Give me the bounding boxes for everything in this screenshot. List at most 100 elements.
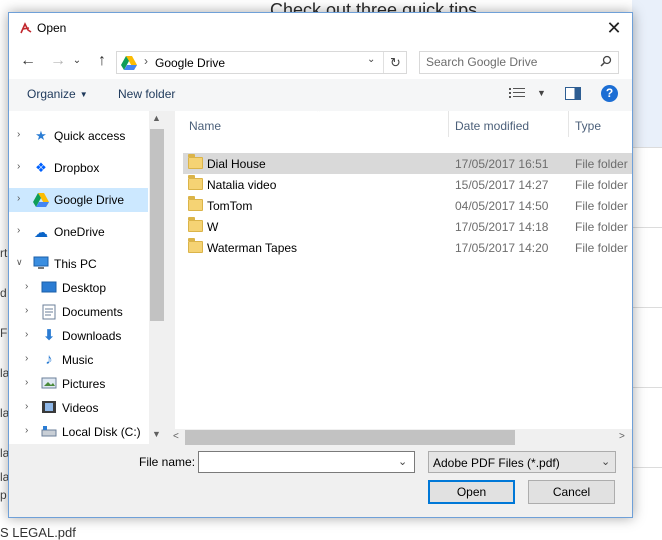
preview-pane-icon[interactable] <box>565 87 581 100</box>
chevron-right-icon[interactable]: › <box>25 305 28 316</box>
nav-item-desktop[interactable]: › Desktop <box>9 276 148 300</box>
nav-item-label: Local Disk (C:) <box>62 425 141 439</box>
background-text: F <box>0 326 8 340</box>
scrollbar-thumb[interactable] <box>185 430 515 445</box>
search-input[interactable] <box>426 55 596 69</box>
breadcrumb[interactable]: Google Drive <box>155 56 225 70</box>
nav-item-videos[interactable]: › Videos <box>9 396 148 420</box>
column-header-name[interactable]: Name ⌃ <box>183 111 449 137</box>
background-divider <box>632 227 662 228</box>
chevron-down-icon[interactable]: ⌄ <box>398 455 407 468</box>
file-type-select[interactable]: Adobe PDF Files (*.pdf) ⌄ <box>428 451 616 473</box>
file-date: 17/05/2017 14:18 <box>455 220 549 234</box>
open-dialog: Open ✕ ← → ⌄ ↑ › Google Drive ⌄ ↻ Organi… <box>8 12 633 518</box>
nav-item-label: Quick access <box>54 129 126 143</box>
chevron-right-icon[interactable]: › <box>25 377 28 388</box>
title-bar[interactable]: Open ✕ <box>9 13 632 43</box>
folder-icon <box>188 217 203 232</box>
forward-button[interactable]: → <box>47 51 69 71</box>
file-type-value: Adobe PDF Files (*.pdf) <box>433 456 560 470</box>
back-button[interactable]: ← <box>17 51 39 71</box>
background-text: rt <box>0 246 8 260</box>
dropbox-icon: ❖ <box>35 160 47 175</box>
table-row[interactable]: Dial House 17/05/2017 16:51 File folder <box>183 153 632 174</box>
nav-item-onedrive[interactable]: › ☁ OneDrive <box>9 220 148 244</box>
file-name-field[interactable] <box>202 454 392 468</box>
chevron-right-icon[interactable]: › <box>25 281 28 292</box>
chevron-right-icon[interactable]: › <box>25 401 28 412</box>
view-options-icon[interactable] <box>509 87 527 102</box>
address-bar[interactable]: › Google Drive ⌄ ↻ <box>116 51 407 74</box>
search-box[interactable] <box>419 51 619 74</box>
file-date: 17/05/2017 14:20 <box>455 241 549 255</box>
table-row[interactable]: TomTom 04/05/2017 14:50 File folder <box>183 195 632 216</box>
scroll-up-icon[interactable]: ▲ <box>152 113 161 123</box>
recent-locations-button[interactable]: ⌄ <box>71 51 83 71</box>
column-header-type[interactable]: Type <box>569 111 632 137</box>
chevron-right-icon[interactable]: › <box>25 353 28 364</box>
organize-button[interactable]: Organize ▼ <box>27 87 88 101</box>
close-button[interactable]: ✕ <box>597 13 631 43</box>
table-row[interactable]: Natalia video 15/05/2017 14:27 File fold… <box>183 174 632 195</box>
nav-item-documents[interactable]: › Documents <box>9 300 148 324</box>
help-icon[interactable]: ? <box>601 85 618 102</box>
file-name: Dial House <box>207 157 266 171</box>
nav-item-label: Dropbox <box>54 161 100 175</box>
folder-icon <box>188 175 203 190</box>
file-name: Natalia video <box>207 178 277 192</box>
new-folder-button[interactable]: New folder <box>118 87 175 101</box>
sort-ascending-icon: ⌃ <box>315 111 322 117</box>
nav-pane-scrollbar[interactable]: ▲ ▼ <box>149 111 165 444</box>
caret-down-icon: ▼ <box>79 90 88 100</box>
file-name-combobox[interactable]: ⌄ <box>198 451 415 473</box>
open-button[interactable]: Open <box>428 480 515 504</box>
nav-item-quick-access[interactable]: › ★ Quick access <box>9 124 148 148</box>
background-text: p <box>0 488 7 502</box>
scroll-left-icon[interactable]: < <box>173 431 179 442</box>
column-header-date-modified[interactable]: Date modified <box>449 111 569 137</box>
chevron-right-icon[interactable]: › <box>17 129 20 140</box>
address-dropdown-icon[interactable]: ⌄ <box>367 54 375 65</box>
scroll-down-icon[interactable]: ▼ <box>152 429 161 439</box>
chevron-right-icon[interactable]: › <box>17 193 20 204</box>
file-date: 15/05/2017 14:27 <box>455 178 549 192</box>
file-type: File folder <box>575 220 628 234</box>
chevron-down-icon[interactable]: ∨ <box>16 257 23 268</box>
nav-item-music[interactable]: › ♪ Music <box>9 348 148 372</box>
column-header-label: Name <box>189 119 222 133</box>
nav-item-this-pc[interactable]: ∨ This PC <box>9 252 148 276</box>
file-name: Waterman Tapes <box>207 241 298 255</box>
chevron-right-icon[interactable]: › <box>17 225 20 236</box>
scrollbar-thumb[interactable] <box>150 129 164 321</box>
chevron-right-icon[interactable]: › <box>17 161 20 172</box>
table-row[interactable]: W 17/05/2017 14:18 File folder <box>183 216 632 237</box>
cancel-button[interactable]: Cancel <box>528 480 615 504</box>
search-icon[interactable] <box>600 55 612 70</box>
disk-icon <box>41 424 57 440</box>
chevron-down-icon[interactable]: ⌄ <box>601 455 610 468</box>
chevron-right-icon[interactable]: › <box>25 329 28 340</box>
music-icon: ♪ <box>45 351 53 368</box>
view-dropdown-icon[interactable]: ▼ <box>537 88 546 98</box>
chevron-right-icon[interactable]: › <box>25 425 28 436</box>
folder-icon <box>188 154 203 169</box>
nav-item-label: Documents <box>62 305 123 319</box>
background-divider <box>632 387 662 388</box>
videos-icon <box>41 400 57 416</box>
scroll-right-icon[interactable]: > <box>619 431 625 442</box>
nav-item-pictures[interactable]: › Pictures <box>9 372 148 396</box>
nav-item-local-disk[interactable]: › Local Disk (C:) <box>9 420 148 444</box>
nav-item-label: Desktop <box>62 281 107 295</box>
file-list-horizontal-scrollbar[interactable]: < > <box>167 429 632 446</box>
nav-item-google-drive[interactable]: › Google Drive <box>9 188 148 212</box>
nav-item-downloads[interactable]: › ⬇ Downloads <box>9 324 148 348</box>
table-row[interactable]: Waterman Tapes 17/05/2017 14:20 File fol… <box>183 237 632 258</box>
pictures-icon <box>41 376 57 392</box>
downloads-icon: ⬇ <box>42 327 56 344</box>
up-button[interactable]: ↑ <box>91 51 113 71</box>
nav-item-dropbox[interactable]: › ❖ Dropbox <box>9 156 148 180</box>
nav-item-label: Videos <box>62 401 99 415</box>
file-type: File folder <box>575 178 628 192</box>
refresh-button[interactable]: ↻ <box>383 52 407 73</box>
background-file-label[interactable]: S LEGAL.pdf <box>0 525 76 540</box>
